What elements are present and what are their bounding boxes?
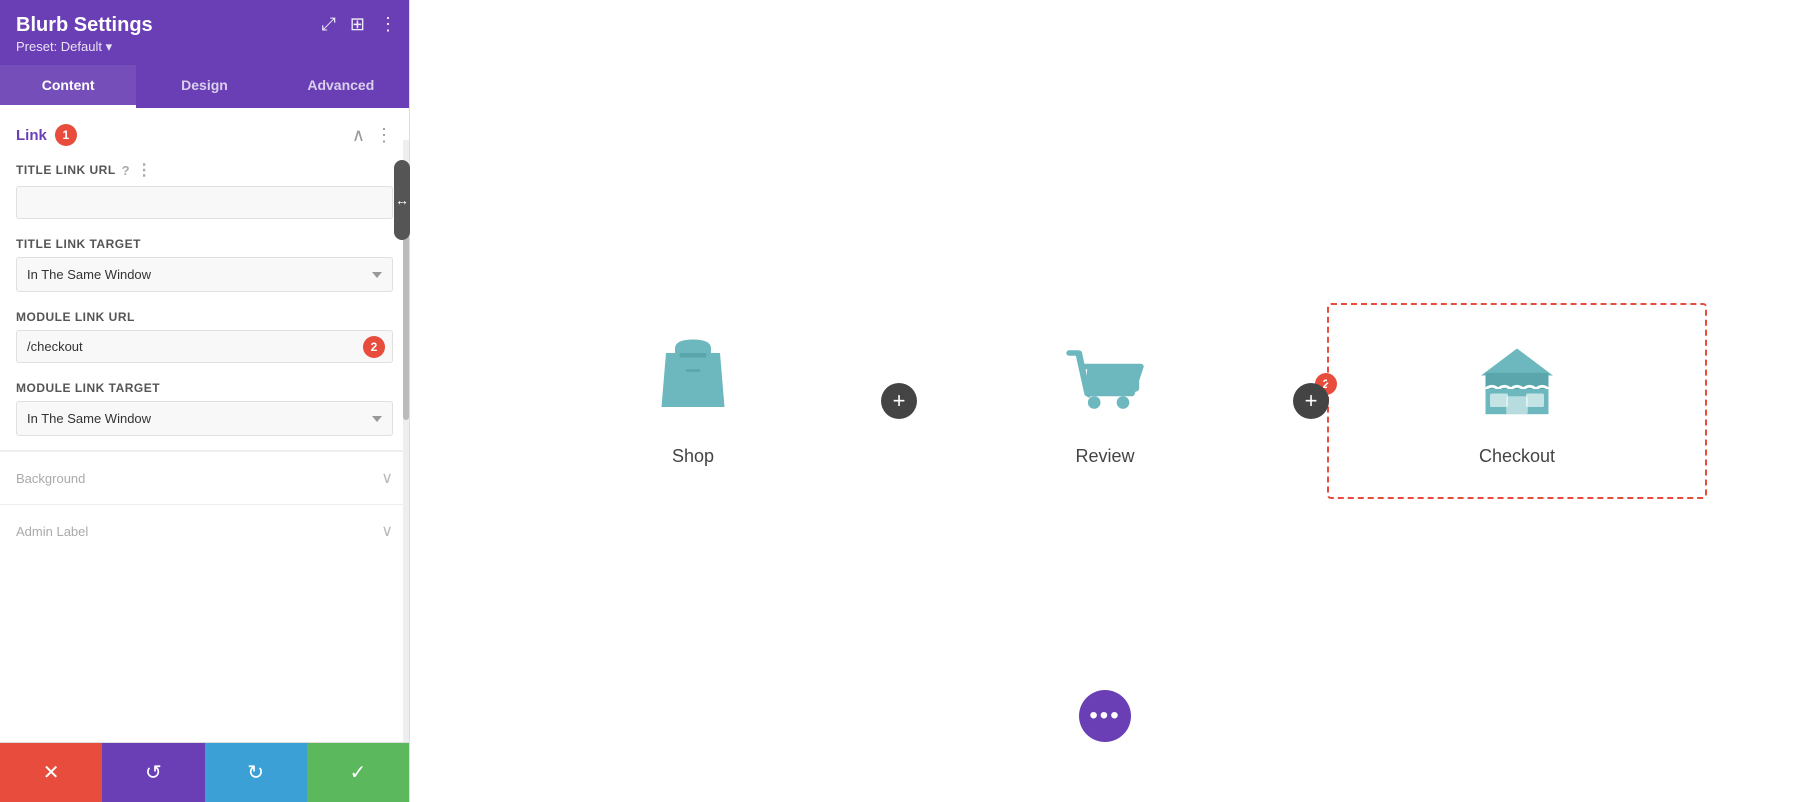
- main-canvas: Shop + Review + 2: [410, 0, 1800, 802]
- background-label: Background: [16, 471, 85, 486]
- sidebar: Blurb Settings Preset: Default ▾ ⤢ ⊞ ⋮ C…: [0, 0, 410, 802]
- blurb-item-shop[interactable]: Shop: [503, 305, 883, 497]
- background-section[interactable]: Background ∨: [0, 451, 409, 504]
- add-button-2-wrapper: + 2: [1295, 383, 1327, 419]
- expand-icon[interactable]: ⤢: [322, 14, 336, 35]
- link-badge: 1: [55, 124, 77, 146]
- fab-button[interactable]: •••: [1079, 690, 1131, 742]
- undo-button[interactable]: ↺: [102, 743, 204, 802]
- blurb-item-checkout[interactable]: Checkout: [1327, 303, 1707, 499]
- title-link-url-help-icon[interactable]: ?: [122, 163, 130, 178]
- title-link-url-label: Title Link URL ? ⋮: [16, 160, 393, 180]
- save-button[interactable]: ✓: [307, 743, 409, 802]
- tab-advanced[interactable]: Advanced: [273, 65, 409, 108]
- admin-label-collapse-icon: ∨: [381, 521, 393, 541]
- sidebar-header-icons: ⤢ ⊞ ⋮: [322, 14, 398, 35]
- tab-design[interactable]: Design: [136, 65, 272, 108]
- redo-button[interactable]: ↻: [205, 743, 307, 802]
- module-link-url-group: Module Link URL 2: [0, 306, 409, 377]
- sidebar-scrollbar-thumb: [403, 220, 409, 420]
- link-section-title: Link 1: [16, 124, 77, 146]
- title-link-target-label: Title Link Target: [16, 237, 393, 251]
- blurb-row: Shop + Review + 2: [450, 303, 1760, 499]
- module-link-url-field: 2: [16, 330, 393, 363]
- module-link-url-label: Module Link URL: [16, 310, 393, 324]
- title-link-url-input[interactable]: [16, 186, 393, 219]
- module-link-target-select[interactable]: In The Same Window In A New Tab: [16, 401, 393, 436]
- link-label: Link: [16, 127, 47, 144]
- title-link-target-group: Title Link Target In The Same Window In …: [0, 233, 409, 306]
- tab-content[interactable]: Content: [0, 65, 136, 108]
- shop-icon: [648, 335, 738, 430]
- link-section-controls: ∧ ⋮: [352, 125, 393, 146]
- module-link-target-group: Module Link Target In The Same Window In…: [0, 377, 409, 450]
- shop-label: Shop: [672, 446, 714, 467]
- module-link-target-label: Module Link Target: [16, 381, 393, 395]
- module-link-badge: 2: [363, 336, 385, 358]
- title-link-url-group: Title Link URL ? ⋮: [0, 156, 409, 233]
- add-button-2[interactable]: +: [1293, 383, 1329, 419]
- background-collapse-icon: ∨: [381, 468, 393, 488]
- review-icon: [1060, 335, 1150, 430]
- add-button-1[interactable]: +: [881, 383, 917, 419]
- sidebar-header: Blurb Settings Preset: Default ▾ ⤢ ⊞ ⋮: [0, 0, 409, 65]
- link-collapse-icon[interactable]: ∧: [352, 125, 365, 146]
- link-more-icon[interactable]: ⋮: [375, 125, 393, 146]
- columns-icon[interactable]: ⊞: [350, 14, 365, 35]
- module-link-url-input[interactable]: [16, 330, 393, 363]
- admin-label-label: Admin Label: [16, 524, 88, 539]
- review-label: Review: [1075, 446, 1134, 467]
- title-link-url-more-icon[interactable]: ⋮: [136, 160, 153, 180]
- sidebar-content: Link 1 ∧ ⋮ Title Link URL ? ⋮ Title Link…: [0, 108, 409, 742]
- action-bar: ✕ ↺ ↻ ✓: [0, 742, 409, 802]
- link-section-header: Link 1 ∧ ⋮: [0, 108, 409, 156]
- checkout-icon: [1472, 335, 1562, 430]
- blurb-item-review[interactable]: Review: [915, 305, 1295, 497]
- sidebar-preset[interactable]: Preset: Default ▾: [16, 39, 393, 55]
- title-link-target-select[interactable]: In The Same Window In A New Tab: [16, 257, 393, 292]
- cancel-button[interactable]: ✕: [0, 743, 102, 802]
- checkout-label: Checkout: [1479, 446, 1555, 467]
- resize-handle[interactable]: [394, 160, 410, 240]
- more-icon[interactable]: ⋮: [379, 14, 397, 35]
- sidebar-tabs: Content Design Advanced: [0, 65, 409, 108]
- admin-label-section[interactable]: Admin Label ∨: [0, 504, 409, 557]
